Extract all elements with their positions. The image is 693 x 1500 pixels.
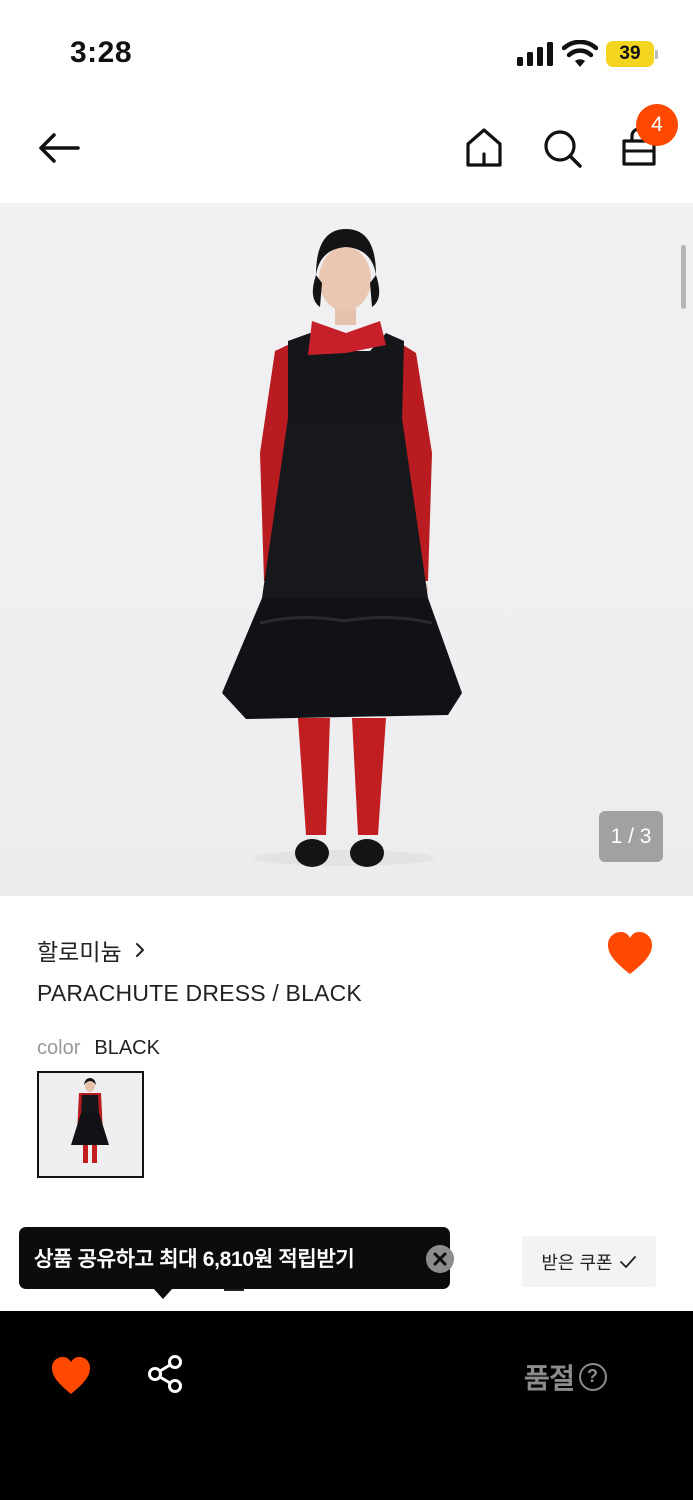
swatch-photo [39,1073,142,1176]
close-icon[interactable] [426,1245,454,1273]
image-page-indicator: 1 / 3 [599,811,663,862]
like-heart-icon[interactable] [606,931,654,977]
share-reward-text: 상품 공유하고 최대 6,810원 적립받기 [34,1248,355,1271]
back-arrow-icon[interactable] [34,126,84,170]
color-value: BLACK [94,1037,160,1059]
help-icon[interactable]: ? [578,1363,607,1391]
color-option-row: color BLACK [37,1037,160,1060]
cart-count-badge[interactable]: 4 [636,104,678,146]
color-swatch-thumbnail[interactable] [37,1071,144,1178]
share-reward-tooltip[interactable]: 상품 공유하고 최대 6,810원 적립받기 [19,1227,454,1289]
search-icon[interactable] [539,124,585,172]
sold-out-status: 품절 ? [524,1357,607,1397]
color-label: color [37,1037,81,1059]
bottom-action-bar [0,1311,693,1500]
wishlist-heart-icon[interactable] [50,1356,92,1396]
tooltip-pointer [153,1288,173,1299]
coupon-label: 받은 쿠폰 [541,1252,613,1273]
home-icon[interactable] [461,124,507,172]
status-time: 3:28 [70,36,133,69]
wifi-icon [562,40,598,67]
received-coupon-button[interactable]: 받은 쿠폰 [522,1236,656,1287]
status-bar: 3:28 39 [0,0,693,100]
product-photo [222,229,462,867]
checkmark-icon [619,1255,636,1268]
brand-link[interactable]: 할로미늄 [37,935,146,965]
product-image[interactable] [0,203,693,896]
sold-out-label: 품절 [524,1363,575,1394]
tab-underline [224,1289,244,1291]
cellular-signal-icon [517,42,555,66]
scroll-indicator [681,245,686,309]
chevron-right-icon [135,943,144,957]
product-name: PARACHUTE DRESS / BLACK [37,980,362,1006]
brand-name[interactable]: 할로미늄 [37,933,122,967]
share-icon[interactable] [145,1354,185,1394]
top-nav-bar [0,100,693,203]
battery-icon: 39 [606,41,658,67]
battery-level: 39 [619,43,641,64]
